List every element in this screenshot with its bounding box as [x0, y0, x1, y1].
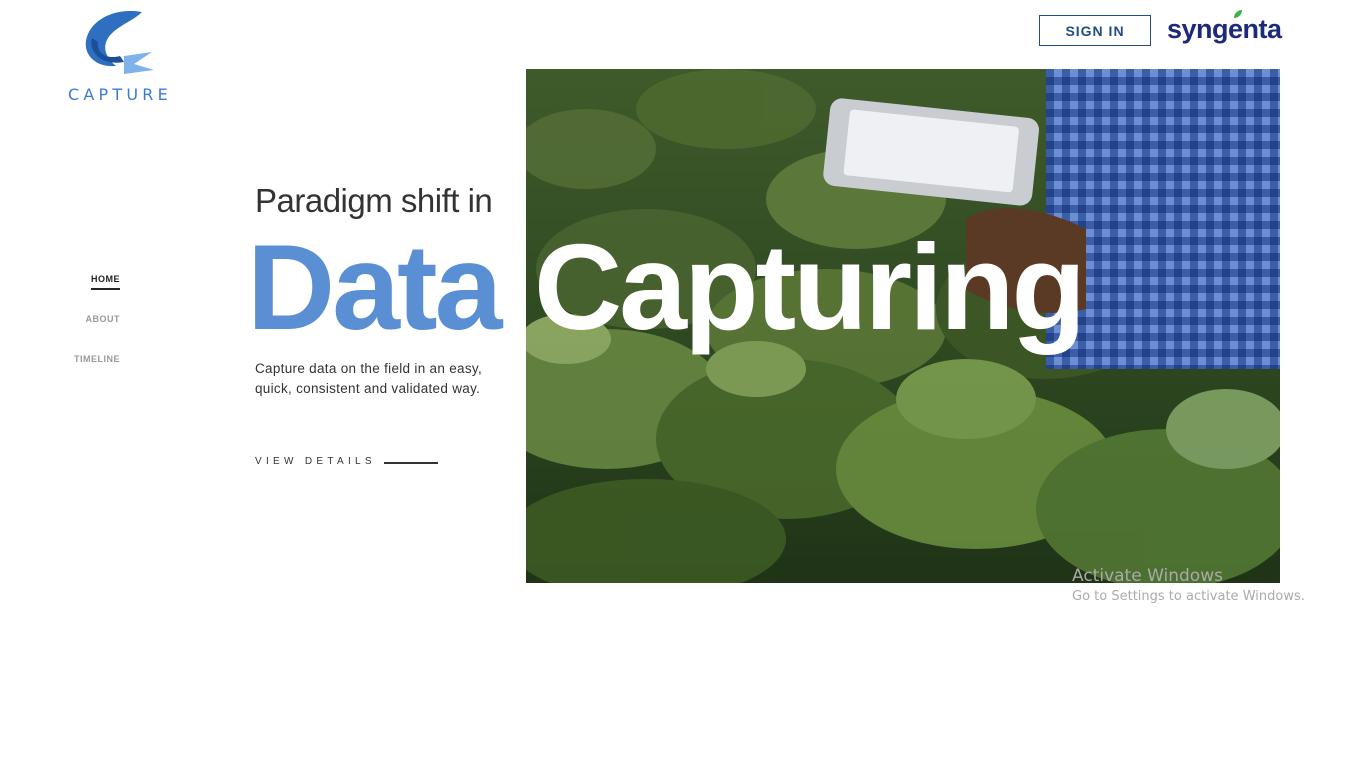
nav-about[interactable]: ABOUT — [86, 314, 121, 324]
sign-in-button[interactable]: SIGN IN — [1039, 15, 1151, 46]
nav-home[interactable]: HOME — [91, 274, 120, 290]
hero-description: Capture data on the field in an easy, qu… — [255, 361, 482, 396]
syngenta-leaf-icon — [1234, 10, 1242, 18]
view-details-label: VIEW DETAILS — [255, 456, 376, 467]
nav-timeline[interactable]: TIMELINE — [74, 354, 120, 364]
hero-title-word-data: Data — [247, 219, 502, 355]
hero-title-word-capturing: Capturing — [534, 219, 1086, 355]
hero-lead: Paradigm shift in — [255, 182, 493, 219]
windows-activation-watermark: Activate Windows Go to Settings to activ… — [1072, 566, 1305, 604]
watermark-title: Activate Windows — [1072, 566, 1223, 586]
watermark-subtitle: Go to Settings to activate Windows. — [1072, 589, 1305, 604]
capture-logo[interactable]: CAPTURE — [64, 8, 176, 104]
view-details-line — [383, 461, 438, 464]
syngenta-logo[interactable]: syngenta — [1167, 6, 1282, 48]
logo-text: CAPTURE — [68, 85, 172, 104]
brand-name: syngenta — [1167, 14, 1282, 44]
view-details-link[interactable]: VIEW DETAILS — [255, 456, 438, 467]
leaf-logo-icon — [85, 10, 154, 74]
